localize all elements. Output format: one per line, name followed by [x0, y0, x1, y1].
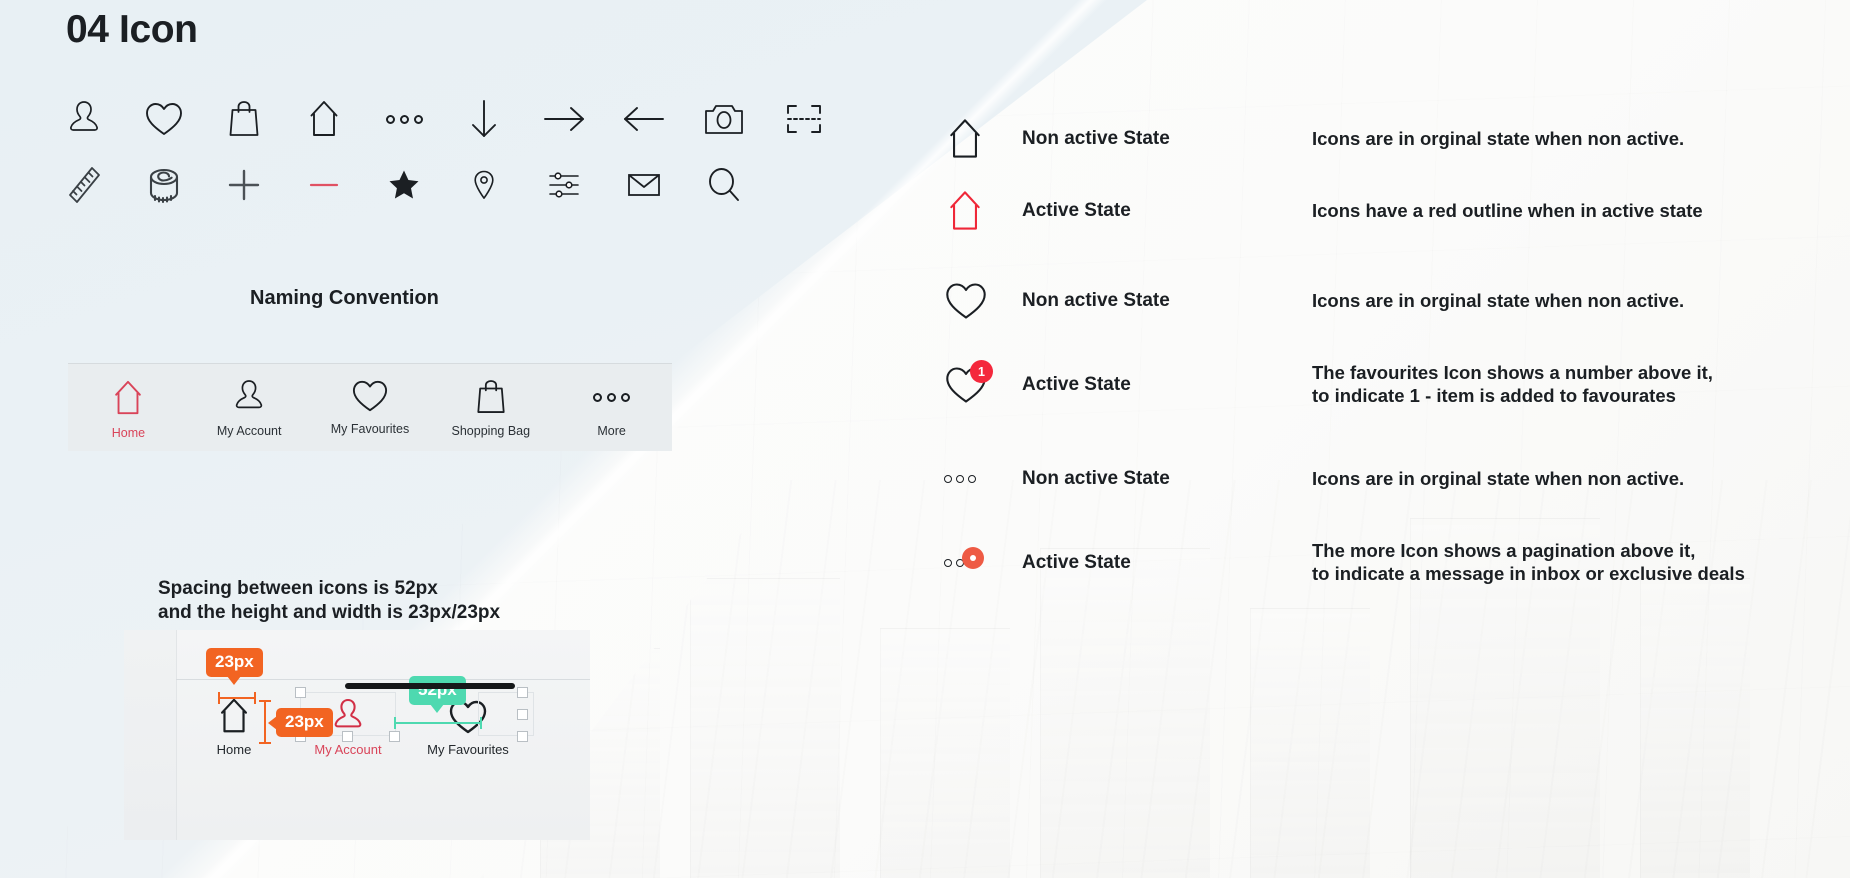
- icon-row-2: [44, 152, 844, 218]
- more-dots-icon: [593, 392, 631, 402]
- shopping-bag-icon: [477, 380, 505, 413]
- home-icon[interactable]: [284, 86, 364, 152]
- more-dots-glyph: [385, 114, 423, 124]
- measure-cap: [259, 700, 271, 702]
- state-description: Icons are in orginal state when non acti…: [1312, 289, 1685, 311]
- tab-my-favourites[interactable]: My Favourites: [310, 364, 431, 436]
- home-icon: [115, 380, 142, 415]
- measure-cap: [480, 717, 482, 729]
- spec-tab-home-label: Home: [216, 742, 252, 757]
- spec-tab-my-favourites-label: My Favourites: [427, 742, 509, 757]
- naming-convention-title: Naming Convention: [250, 287, 439, 309]
- tab-shopping-bag[interactable]: Shopping Bag: [430, 364, 551, 438]
- ruler-icon[interactable]: [44, 152, 124, 218]
- heart-icon: 1: [930, 360, 1022, 406]
- user-icon: [235, 380, 263, 409]
- state-row-more-active: Active State The more Icon shows a pagin…: [930, 532, 1830, 594]
- selection-handle[interactable]: [295, 687, 306, 698]
- camera-icon[interactable]: [684, 86, 764, 152]
- tab-more-label: More: [597, 424, 626, 438]
- state-description: The favourites Icon shows a number above…: [1312, 362, 1830, 408]
- arrow-right-icon[interactable]: [524, 86, 604, 152]
- minus-icon[interactable]: [284, 152, 364, 218]
- state-description-line-2: to indicate 1 - item is added to favoura…: [1312, 385, 1676, 406]
- spacing-note-line-2: and the height and width is 23px/23px: [158, 601, 501, 623]
- spec-tab-my-account-label: My Account: [314, 742, 382, 757]
- tab-home[interactable]: Home: [68, 364, 189, 440]
- state-description-line-1: The more Icon shows a pagination above i…: [1312, 540, 1696, 562]
- state-description: The more Icon shows a pagination above i…: [1312, 540, 1830, 586]
- star-icon[interactable]: [364, 152, 444, 218]
- scan-icon[interactable]: [764, 86, 844, 152]
- location-pin-icon[interactable]: [444, 152, 524, 218]
- selection-handle[interactable]: [517, 687, 528, 698]
- measure-cap: [254, 692, 256, 704]
- measure-line-width: [218, 697, 256, 699]
- selection-handle[interactable]: [517, 709, 528, 720]
- badge-width-23px: 23px: [206, 648, 263, 685]
- spacing-note: Spacing between icons is 52px and the he…: [158, 577, 500, 625]
- state-name: Non active State: [1022, 290, 1170, 311]
- tab-home-label: Home: [111, 426, 146, 440]
- measure-line-height: [264, 700, 266, 744]
- tab-shopping-bag-label: Shopping Bag: [451, 424, 531, 438]
- arrow-down-icon[interactable]: [444, 86, 524, 152]
- more-pagination-badge: [962, 547, 984, 569]
- badge-gap-52px: 52px: [409, 676, 466, 713]
- state-row-home-active: Active State Icons have a red outline wh…: [930, 180, 1830, 242]
- heart-icon[interactable]: [124, 86, 204, 152]
- state-row-more-non-active: Non active State Icons are in orginal st…: [930, 448, 1830, 510]
- selection-handle[interactable]: [342, 731, 353, 742]
- page-title: 04 Icon: [66, 8, 198, 51]
- selection-handle[interactable]: [389, 731, 400, 742]
- icon-library-grid: [44, 86, 844, 218]
- state-name: Non active State: [1022, 468, 1170, 489]
- badge-height-23px: 23px: [268, 708, 333, 737]
- state-name: Active State: [1022, 552, 1131, 573]
- state-row-home-non-active: Non active State Icons are in orginal st…: [930, 108, 1830, 170]
- heart-icon: [352, 380, 388, 412]
- spacing-spec-mockup: Home My Account My Favourites 23px 23px …: [124, 630, 590, 840]
- tab-my-account-label: My Account: [216, 424, 282, 438]
- measure-cap: [218, 692, 220, 704]
- state-description-line-1: The favourites Icon shows a number above…: [1312, 362, 1713, 384]
- plus-icon[interactable]: [204, 152, 284, 218]
- state-name: Active State: [1022, 200, 1131, 221]
- heart-icon: [930, 280, 1022, 322]
- home-indicator-bar: [345, 683, 515, 689]
- more-dots-icon: [930, 547, 1022, 569]
- state-description-line-2: to indicate a message in inbox or exclus…: [1312, 563, 1745, 584]
- tab-my-account[interactable]: My Account: [189, 364, 310, 438]
- icon-states-panel: Non active State Icons are in orginal st…: [930, 108, 1830, 594]
- home-icon: [930, 188, 1022, 234]
- filter-sliders-icon[interactable]: [524, 152, 604, 218]
- search-icon[interactable]: [684, 152, 764, 218]
- user-icon[interactable]: [44, 86, 124, 152]
- spacing-note-line-1: Spacing between icons is 52px: [158, 578, 438, 599]
- state-row-favourites-active: 1 Active State The favourites Icon shows…: [930, 354, 1830, 416]
- state-name: Non active State: [1022, 128, 1170, 149]
- arrow-left-icon[interactable]: [604, 86, 684, 152]
- selection-handle[interactable]: [517, 731, 528, 742]
- state-description: Icons have a red outline when in active …: [1312, 199, 1703, 221]
- more-dots-icon: [930, 475, 1022, 483]
- shopping-bag-icon[interactable]: [204, 86, 284, 152]
- measure-line-gap: [394, 722, 482, 724]
- tab-my-favourites-label: My Favourites: [330, 422, 410, 436]
- state-row-favourites-non-active: Non active State Icons are in orginal st…: [930, 270, 1830, 332]
- state-name: Active State: [1022, 374, 1131, 395]
- state-description: Icons are in orginal state when non acti…: [1312, 467, 1685, 489]
- tab-bar-specimen: Home My Account My Favourites Shopping B…: [68, 363, 672, 451]
- more-dots-icon[interactable]: [364, 86, 444, 152]
- tape-measure-icon[interactable]: [124, 152, 204, 218]
- home-icon: [930, 116, 1022, 162]
- state-description: Icons are in orginal state when non acti…: [1312, 127, 1685, 149]
- favourites-count-badge: 1: [970, 360, 993, 383]
- tab-more[interactable]: More: [551, 364, 672, 438]
- measure-cap: [394, 717, 396, 729]
- icon-row-1: [44, 86, 844, 152]
- more-dots-glyph: [944, 475, 976, 483]
- mail-icon[interactable]: [604, 152, 684, 218]
- measure-cap: [259, 742, 271, 744]
